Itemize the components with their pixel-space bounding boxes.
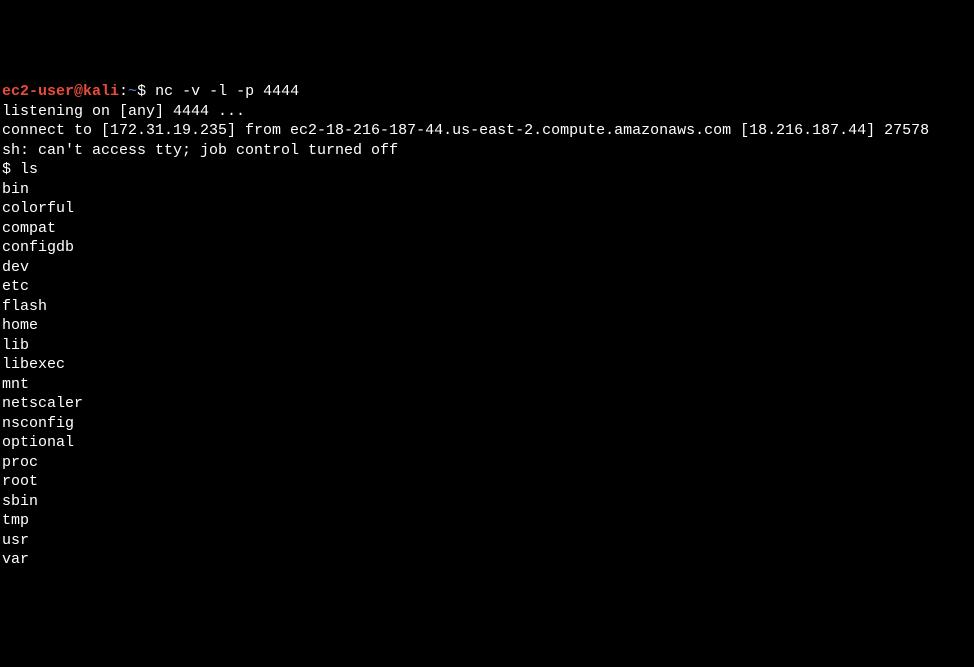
output-line: listening on [any] 4444 ... [2,102,972,122]
ls-item: mnt [2,375,972,395]
ls-item: lib [2,336,972,356]
command: nc -v -l -p 4444 [155,83,299,100]
ls-item: sbin [2,492,972,512]
ls-item: home [2,316,972,336]
shell-prompt-line: $ ls [2,160,972,180]
ls-item: colorful [2,199,972,219]
ls-item: nsconfig [2,414,972,434]
ls-item: proc [2,453,972,473]
prompt-user: ec2-user@kali [2,83,119,100]
ls-item: usr [2,531,972,551]
prompt-symbol: $ [137,83,146,100]
output-line: sh: can't access tty; job control turned… [2,141,972,161]
command-text [146,83,155,100]
ls-item: bin [2,180,972,200]
ls-item: compat [2,219,972,239]
prompt-path: ~ [128,83,137,100]
ls-item: configdb [2,238,972,258]
ls-item: libexec [2,355,972,375]
ls-item: root [2,472,972,492]
prompt-line: ec2-user@kali:~$ nc -v -l -p 4444 [2,82,972,102]
ls-item: netscaler [2,394,972,414]
terminal-window[interactable]: ec2-user@kali:~$ nc -v -l -p 4444listeni… [2,82,972,570]
shell-prompt: $ [2,161,20,178]
output-line: connect to [172.31.19.235] from ec2-18-2… [2,121,972,141]
ls-item: flash [2,297,972,317]
ls-item: var [2,550,972,570]
shell-command: ls [20,161,38,178]
ls-item: optional [2,433,972,453]
prompt-separator: : [119,83,128,100]
ls-item: tmp [2,511,972,531]
ls-item: dev [2,258,972,278]
ls-item: etc [2,277,972,297]
